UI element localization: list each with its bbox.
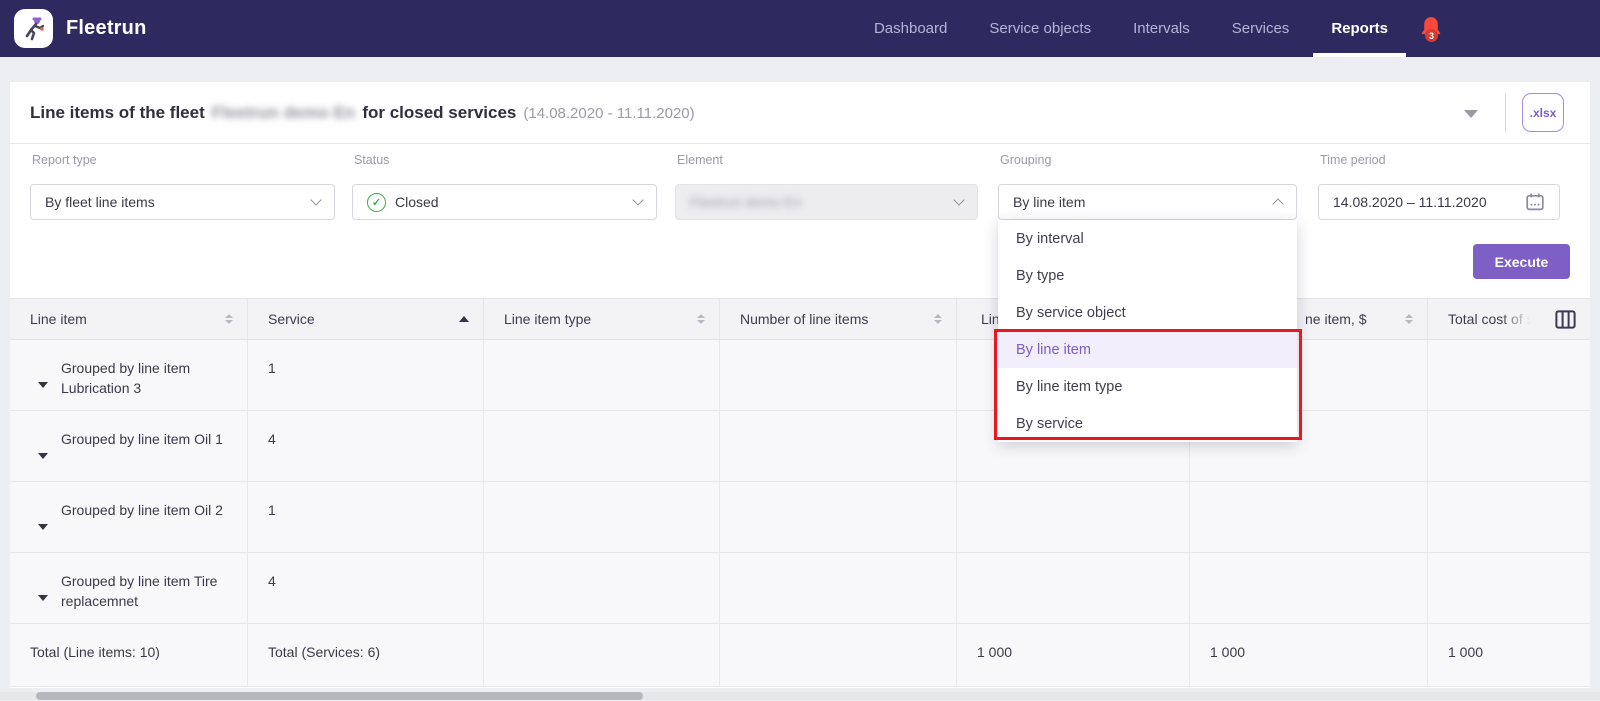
table-total-row: Total (Line items: 10) Total (Services: … [10,624,1590,687]
col-header-line-item[interactable]: Line item [10,299,248,339]
report-table: Line item Service Line item type Number … [10,298,1590,687]
notification-badge: 3 [1425,29,1438,42]
report-header: Line items of the fleet Fleetrun demo En… [10,82,1590,144]
total-col5: 1 000 [957,624,1190,686]
chevron-up-icon [1272,198,1283,209]
notifications-bell-icon[interactable]: 3 [1418,15,1446,45]
report-type-select[interactable]: By fleet line items [30,184,335,220]
grouping-select[interactable]: By line item [998,184,1297,220]
brand-title: Fleetrun [66,0,147,57]
expand-row-icon[interactable] [38,524,48,530]
sort-asc-icon[interactable] [459,316,469,322]
line-item-cell: Grouped by line item Lubrication 3 [61,358,239,398]
main-nav: Dashboard Service objects Intervals Serv… [874,0,1388,57]
nav-service-objects[interactable]: Service objects [989,0,1091,57]
report-type-label: Report type [32,153,97,167]
service-cell: 4 [248,411,484,481]
table-header-row: Line item Service Line item type Number … [10,298,1590,340]
execute-button[interactable]: Execute [1473,244,1570,279]
grouping-option-by-line-item-type[interactable]: By line item type [998,368,1297,405]
grouping-dropdown: By interval By type By service object By… [998,220,1297,442]
sort-icon[interactable] [225,314,233,324]
time-period-value: 14.08.2020 – 11.11.2020 [1333,194,1516,210]
grouping-value: By line item [1013,194,1265,210]
horizontal-scrollbar[interactable] [0,692,1600,700]
element-label: Element [677,153,723,167]
line-item-cell: Grouped by line item Oil 1 [61,429,223,449]
total-col7: 1 000 [1428,624,1590,686]
collapse-report-icon[interactable] [1464,110,1478,118]
service-cell: 1 [248,482,484,552]
service-cell: 4 [248,553,484,623]
nav-dashboard[interactable]: Dashboard [874,0,947,57]
report-type-value: By fleet line items [45,194,303,210]
col-header-number-of-line-items[interactable]: Number of line items [720,299,957,339]
sort-icon[interactable] [1405,314,1413,324]
calendar-icon[interactable] [1525,192,1545,212]
grouping-option-by-type[interactable]: By type [998,257,1297,294]
line-item-cell: Grouped by line item Oil 2 [61,500,223,520]
time-period-label: Time period [1320,153,1386,167]
export-xlsx-button[interactable]: .xlsx [1522,93,1564,132]
status-label: Status [354,153,389,167]
chevron-down-icon [310,194,321,205]
report-panel: Line items of the fleet Fleetrun demo En… [10,82,1590,688]
column-picker-icon[interactable] [1555,310,1576,329]
total-line-items: Total (Line items: 10) [10,624,248,686]
app-logo[interactable] [14,9,53,48]
service-cell: 1 [248,340,484,410]
grouping-option-by-service[interactable]: By service [998,405,1297,442]
grouping-label: Grouping [1000,153,1051,167]
chevron-down-icon [953,194,964,205]
expand-row-icon[interactable] [38,595,48,601]
col-header-line-item-type[interactable]: Line item type [484,299,720,339]
sort-icon[interactable] [934,314,942,324]
total-col6: 1 000 [1190,624,1428,686]
total-services: Total (Services: 6) [248,624,484,686]
navbar: Fleetrun Dashboard Service objects Inter… [0,0,1600,57]
title-suffix: for closed services [362,103,516,123]
table-row[interactable]: Grouped by line item Oil 1 4 [10,411,1590,482]
expand-row-icon[interactable] [38,382,48,388]
title-prefix: Line items of the fleet [30,103,205,123]
nav-intervals[interactable]: Intervals [1133,0,1190,57]
header-divider [1505,93,1506,133]
chevron-down-icon [632,194,643,205]
table-row[interactable]: Grouped by line item Lubrication 3 1 [10,340,1590,411]
title-date-range: (14.08.2020 - 11.11.2020) [523,105,694,122]
filters-bar: Report type By fleet line items Status ✓… [10,144,1590,298]
runner-icon [21,16,47,42]
fleet-name-redacted: Fleetrun demo En [212,103,356,123]
expand-row-icon[interactable] [38,453,48,459]
report-title: Line items of the fleet Fleetrun demo En… [30,82,695,144]
time-period-input[interactable]: 14.08.2020 – 11.11.2020 [1318,184,1560,220]
status-value: Closed [395,194,625,210]
grouping-option-by-interval[interactable]: By interval [998,220,1297,257]
element-value-redacted: Fleetrun demo En [690,194,946,210]
grouping-option-by-line-item[interactable]: By line item [998,331,1297,368]
col-header-total-cost[interactable]: Total cost of s [1428,299,1590,339]
nav-services[interactable]: Services [1232,0,1290,57]
sort-icon[interactable] [697,314,705,324]
status-select[interactable]: ✓ Closed [352,184,657,220]
col-header-service[interactable]: Service [248,299,484,339]
nav-reports[interactable]: Reports [1331,0,1388,57]
line-item-cell: Grouped by line item Tire replacemnet [61,571,239,611]
scrollbar-thumb[interactable] [36,692,643,700]
grouping-option-by-service-object[interactable]: By service object [998,294,1297,331]
status-closed-check-icon: ✓ [367,193,386,212]
table-row[interactable]: Grouped by line item Tire replacemnet 4 [10,553,1590,624]
element-select: Fleetrun demo En [675,184,978,220]
table-row[interactable]: Grouped by line item Oil 2 1 [10,482,1590,553]
